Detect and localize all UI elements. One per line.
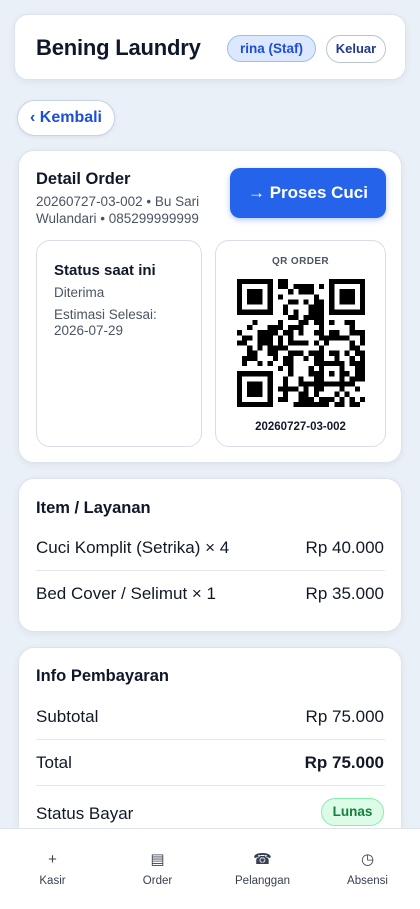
- estimated-finish: Estimasi Selesai: 2026-07-29: [54, 307, 157, 338]
- payment-title: Info Pembayaran: [36, 667, 169, 685]
- order-meta: 20260727-03-002 • Bu Sari Wulandari • 08…: [36, 194, 200, 226]
- process-wash-button[interactable]: → Proses Cuci: [230, 168, 386, 218]
- item-row-price: Rp 35.000: [305, 584, 384, 603]
- items-card: Item / Layanan Cuci Komplit (Setrika) × …: [18, 478, 402, 632]
- qr-panel: QR ORDER 20260727-03-002: [215, 240, 386, 447]
- nav-kasir[interactable]: + Kasir: [0, 829, 105, 909]
- divider: [36, 570, 385, 571]
- item-row-price: Rp 40.000: [305, 538, 384, 557]
- nav-label: Absensi: [347, 875, 388, 887]
- item-row-name: Bed Cover / Selimut × 1: [36, 584, 217, 603]
- items-title: Item / Layanan: [36, 499, 151, 517]
- logout-button[interactable]: Keluar: [326, 35, 386, 63]
- nav-order[interactable]: ▤ Order: [105, 829, 210, 909]
- bottom-nav: + Kasir ▤ Order ☎ Pelanggan ◷ Absensi: [0, 828, 420, 909]
- phone-icon: ☎: [253, 851, 272, 868]
- item-row-name: Cuci Komplit (Setrika) × 4: [36, 538, 230, 557]
- status-title: Status saat ini: [54, 262, 156, 279]
- payment-card: Info Pembayaran Subtotal Rp 75.000 Total…: [18, 647, 402, 847]
- order-detail-card: Detail Order 20260727-03-002 • Bu Sari W…: [18, 150, 402, 463]
- app-header: Bening Laundry rina (Staf) Keluar: [14, 14, 406, 80]
- qr-order-code: 20260727-03-002: [255, 421, 346, 433]
- qr-code-image: [237, 279, 365, 407]
- divider: [36, 785, 385, 786]
- nav-label: Kasir: [39, 875, 66, 887]
- divider: [36, 739, 385, 740]
- plus-icon: +: [48, 851, 57, 868]
- total-label: Total: [36, 753, 72, 772]
- order-detail-title: Detail Order: [36, 170, 131, 188]
- total-value: Rp 75.000: [304, 753, 384, 772]
- nav-absensi[interactable]: ◷ Absensi: [315, 829, 420, 909]
- list-icon: ▤: [150, 851, 165, 868]
- status-value: Diterima: [54, 285, 105, 300]
- nav-label: Pelanggan: [235, 875, 290, 887]
- back-button[interactable]: ‹ Kembali: [17, 100, 115, 136]
- payment-status-badge: Lunas: [321, 798, 384, 826]
- status-panel: Status saat ini Diterima Estimasi Selesa…: [36, 240, 202, 447]
- qr-label: QR ORDER: [271, 256, 330, 267]
- clock-icon: ◷: [360, 851, 375, 868]
- nav-label: Order: [142, 875, 173, 887]
- app-title: Bening Laundry: [36, 35, 201, 60]
- subtotal-value: Rp 75.000: [305, 707, 384, 726]
- user-badge: rina (Staf): [227, 35, 317, 62]
- nav-pelanggan[interactable]: ☎ Pelanggan: [210, 829, 315, 909]
- payment-status-label: Status Bayar: [36, 804, 134, 823]
- subtotal-label: Subtotal: [36, 707, 99, 726]
